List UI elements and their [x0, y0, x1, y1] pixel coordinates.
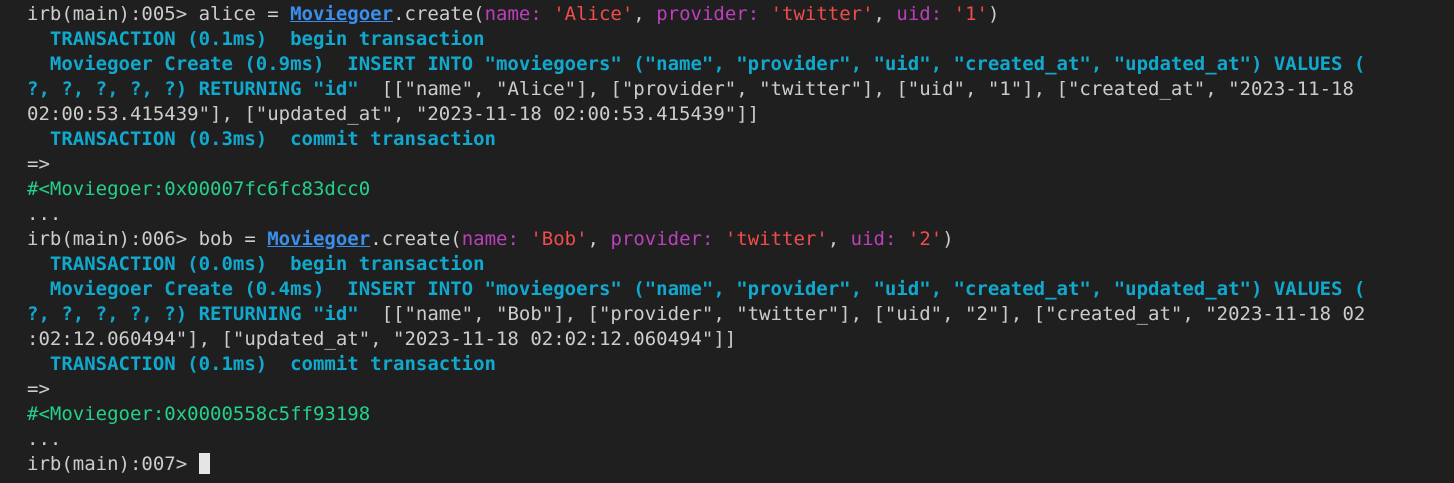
sql-binds-line: 02:00:53.415439"], ["updated_at", "2023-…	[27, 103, 760, 125]
close-paren: )	[987, 3, 1000, 25]
sql-log-line: Moviegoer Create (0.4ms) INSERT INTO "mo…	[27, 278, 1366, 300]
irb-prompt: irb(main):007>	[27, 453, 199, 475]
sql-log-line: TRANSACTION (0.3ms) commit transaction	[27, 128, 496, 150]
text-cursor[interactable]	[198, 453, 210, 474]
assignment: alice =	[198, 3, 291, 25]
irb-command-line: irb(main):005> alice = Moviegoer.create(…	[27, 2, 1454, 27]
separator: ,	[587, 228, 611, 250]
result-object: #<Moviegoer:0x00007fc6fc83dcc0	[27, 178, 371, 200]
sql-log-line: Moviegoer Create (0.9ms) INSERT INTO "mo…	[27, 53, 1366, 75]
sql-log-text: ?, ?, ?, ?, ?) RETURNING "id"	[27, 78, 359, 100]
sql-binds: [["name", "Bob"], ["provider", "twitter"…	[358, 303, 1366, 325]
irb-prompt: irb(main):006>	[27, 228, 199, 250]
sql-log-line: ?, ?, ?, ?, ?) RETURNING "id" [["name", …	[27, 77, 1454, 102]
kwarg-name: provider:	[656, 3, 771, 25]
separator: ,	[633, 3, 657, 25]
kwarg-name: uid:	[896, 3, 954, 25]
irb-prompt: irb(main):005>	[27, 3, 199, 25]
sql-binds: [["name", "Alice"], ["provider", "twitte…	[358, 78, 1354, 100]
sql-log-line: ?, ?, ?, ?, ?) RETURNING "id" [["name", …	[27, 302, 1454, 327]
kwarg-name: name:	[484, 3, 554, 25]
kwarg-value: 'Alice'	[553, 3, 634, 25]
result-arrow: =>	[27, 378, 50, 400]
result-arrow: =>	[27, 153, 50, 175]
close-paren: )	[942, 228, 954, 250]
irb-input-line[interactable]: irb(main):007>	[27, 452, 1454, 477]
result-object: #<Moviegoer:0x0000558c5ff93198	[27, 403, 371, 425]
sql-log-text: ?, ?, ?, ?, ?) RETURNING "id"	[27, 303, 359, 325]
kwarg-name: uid:	[850, 228, 908, 250]
model-name-link[interactable]: Moviegoer	[267, 228, 370, 250]
method-call: .create(	[370, 228, 462, 250]
kwarg-value: 'Bob'	[530, 228, 588, 250]
result-ellipsis: ...	[27, 428, 62, 450]
irb-command-line: irb(main):006> bob = Moviegoer.create(na…	[27, 227, 1454, 252]
kwarg-value: '1'	[953, 3, 988, 25]
kwarg-value: 'twitter'	[724, 228, 828, 250]
assignment: bob =	[198, 228, 268, 250]
method-call: .create(	[393, 3, 485, 25]
sql-log-line: TRANSACTION (0.0ms) begin transaction	[27, 253, 485, 275]
kwarg-value: '2'	[907, 228, 943, 250]
kwarg-value: 'twitter'	[770, 3, 874, 25]
kwarg-name: name:	[461, 228, 531, 250]
result-ellipsis: ...	[27, 203, 62, 225]
separator: ,	[873, 3, 897, 25]
sql-log-line: TRANSACTION (0.1ms) commit transaction	[27, 353, 496, 375]
model-name-link[interactable]: Moviegoer	[290, 3, 393, 25]
kwarg-name: provider:	[610, 228, 725, 250]
sql-binds-line: :02:12.060494"], ["updated_at", "2023-11…	[27, 328, 737, 350]
terminal-output[interactable]: irb(main):005> alice = Moviegoer.create(…	[0, 0, 1454, 483]
sql-log-line: TRANSACTION (0.1ms) begin transaction	[27, 28, 485, 50]
separator: ,	[827, 228, 851, 250]
